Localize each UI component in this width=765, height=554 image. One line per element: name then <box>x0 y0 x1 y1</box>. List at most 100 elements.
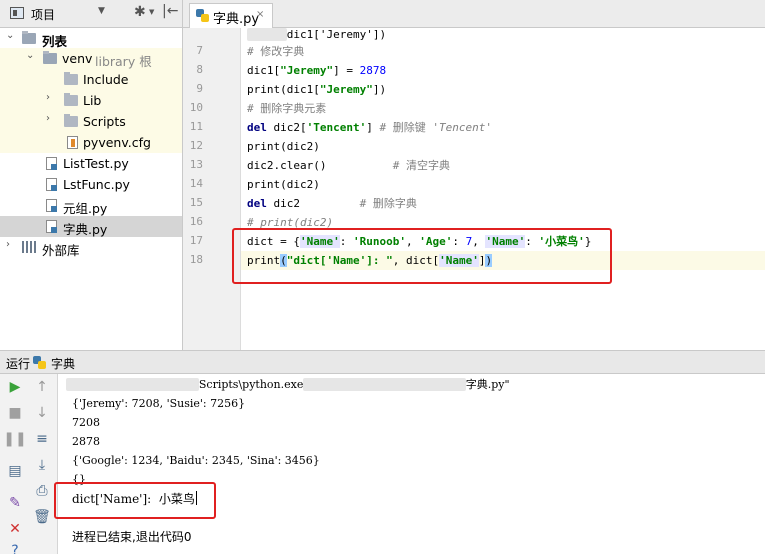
python-file-icon <box>196 9 209 22</box>
line-number: 10 <box>189 101 203 114</box>
chevron-right-icon[interactable]: › <box>46 113 50 124</box>
close-icon[interactable]: ✕ <box>6 520 24 538</box>
pause-icon[interactable]: ❚❚ <box>3 430 26 448</box>
code-comment: # 删除字典 <box>359 197 417 210</box>
print-icon[interactable]: ⎙ <box>33 482 51 500</box>
rerun-play-icon[interactable]: ▶ <box>6 378 24 396</box>
config-file-icon <box>67 136 78 149</box>
tree-item-label: 字典.py <box>63 222 108 237</box>
tree-item-label: LstFunc.py <box>63 177 130 192</box>
project-panel-title[interactable]: 项目 <box>31 6 55 23</box>
gear-icon[interactable]: ✱ <box>134 4 146 20</box>
tree-item-label: Lib <box>83 93 102 108</box>
folder-icon <box>64 93 78 106</box>
tree-item-file-selected[interactable]: 字典.py <box>0 216 182 237</box>
hide-panel-icon[interactable]: |← <box>162 3 178 19</box>
top-bar: 项目 ▼ ✱ ▼ |← 字典.py × <box>0 0 765 28</box>
tree-item-label: 元组.py <box>63 201 108 216</box>
run-panel-title: 运行 <box>6 357 31 371</box>
tree-item-root[interactable]: ⌄ 列表 <box>0 28 182 49</box>
python-file-icon <box>46 178 57 191</box>
code-string: "Jeremy" <box>319 83 373 96</box>
line-number: 11 <box>189 120 203 133</box>
run-toolbar: ▶ ↑ ■ ↓ ❚❚ ≡ ▤ ⤓ ⎙ ✎ 🗑 ✕ ? <box>0 374 58 554</box>
tree-item-file[interactable]: 元组.py <box>0 195 182 216</box>
chevron-right-icon[interactable]: › <box>46 92 50 103</box>
gear-dropdown-icon[interactable]: ▼ <box>149 8 154 16</box>
code-token: dic1['Jeremy']) <box>286 28 387 41</box>
annotation-box-output <box>54 482 216 519</box>
line-number: 12 <box>189 139 203 152</box>
run-panel-header: 运行 字典 <box>0 350 765 374</box>
tree-item-external-libraries[interactable]: › 外部库 <box>0 237 182 258</box>
line-number: 14 <box>189 177 203 190</box>
stop-icon[interactable]: ■ <box>6 404 24 422</box>
folder-icon <box>64 114 78 127</box>
console-command: Scripts\python.exe <box>198 378 304 391</box>
code-line: print(dic2) <box>247 178 320 191</box>
help-icon[interactable]: ? <box>6 542 24 554</box>
console-command-line: Scripts\python.exe "....................… <box>58 376 765 394</box>
code-line: dic1["Jeremy"] = 2878 <box>247 64 387 77</box>
code-comment: # 修改字典 <box>247 45 305 58</box>
project-dropdown-icon[interactable]: ▼ <box>98 6 105 16</box>
project-icon <box>10 7 24 19</box>
line-number: 9 <box>196 82 203 95</box>
layout-icon[interactable]: ▤ <box>6 462 24 480</box>
line-number: 13 <box>189 158 203 171</box>
console-exit-message: 进程已结束,退出代码0 <box>72 530 192 544</box>
console-output-line: 7208 <box>72 416 100 429</box>
scroll-to-end-icon[interactable]: ⤓ <box>33 456 51 474</box>
line-number-gutter: 7 8 9 10 11 12 13 14 15 16 17 18 <box>183 28 241 350</box>
project-panel-header: 项目 ▼ ✱ ▼ |← <box>0 0 183 28</box>
line-number: 15 <box>189 196 203 209</box>
code-string: "Jeremy" <box>280 64 334 77</box>
tree-item-venv[interactable]: ⌄ venv library 根 <box>0 48 182 69</box>
chevron-right-icon[interactable]: › <box>6 239 10 250</box>
code-line: # 删除字典元素 <box>247 99 326 118</box>
editor-tab-label: 字典.py <box>213 12 260 27</box>
code-line: del dic2 # 删除字典 <box>247 197 417 210</box>
trash-icon[interactable]: 🗑 <box>33 508 51 526</box>
console-output-line: 2878 <box>72 435 100 448</box>
code-comment: 'Tencent' <box>432 121 492 134</box>
code-area[interactable]: print(dic1['Jeremy']) # 修改字典 dic1["Jerem… <box>241 28 765 350</box>
code-editor[interactable]: 7 8 9 10 11 12 13 14 15 16 17 18 print(d… <box>183 28 765 350</box>
code-line: print(dic1["Jeremy"]) <box>247 83 387 96</box>
tree-item-lib[interactable]: › Lib <box>0 90 182 111</box>
run-config-tab[interactable]: 字典 <box>51 355 75 372</box>
tree-item-pyvenv-cfg[interactable]: pyvenv.cfg <box>0 132 182 153</box>
line-number: 8 <box>196 63 203 76</box>
editor-tab-dict-py[interactable]: 字典.py × <box>189 3 273 28</box>
annotation-box-code <box>232 228 612 284</box>
code-number: 2878 <box>359 64 387 77</box>
folder-icon <box>22 31 36 44</box>
tree-item-label: venv <box>62 51 93 66</box>
arrow-up-icon[interactable]: ↑ <box>33 378 51 396</box>
tree-item-label: pyvenv.cfg <box>83 135 151 150</box>
chevron-down-icon[interactable]: ⌄ <box>6 30 14 41</box>
python-file-icon <box>33 356 46 369</box>
console-command-file: 字典.py" <box>465 378 510 391</box>
line-number: 18 <box>189 253 203 266</box>
close-tab-icon[interactable]: × <box>256 9 264 20</box>
run-console[interactable]: Scripts\python.exe "....................… <box>58 374 765 554</box>
tree-item-file[interactable]: ListTest.py <box>0 153 182 174</box>
pin-icon[interactable]: ✎ <box>6 494 24 512</box>
tree-item-label: Include <box>83 72 129 87</box>
python-file-icon <box>46 157 57 170</box>
tree-item-label: 外部库 <box>42 243 80 258</box>
code-line: dic2.clear() # 清空字典 <box>247 159 450 172</box>
code-line: # 修改字典 <box>247 42 304 61</box>
code-comment: # 清空字典 <box>392 159 450 172</box>
soft-wrap-icon[interactable]: ≡ <box>33 430 51 448</box>
arrow-down-icon[interactable]: ↓ <box>33 404 51 422</box>
tree-item-file[interactable]: LstFunc.py <box>0 174 182 195</box>
tree-item-label: Scripts <box>83 114 126 129</box>
tree-item-include[interactable]: Include <box>0 69 182 90</box>
python-file-icon <box>46 199 57 212</box>
line-number: 16 <box>189 215 203 228</box>
tree-item-label: ListTest.py <box>63 156 129 171</box>
chevron-down-icon[interactable]: ⌄ <box>26 50 34 61</box>
tree-item-scripts[interactable]: › Scripts <box>0 111 182 132</box>
